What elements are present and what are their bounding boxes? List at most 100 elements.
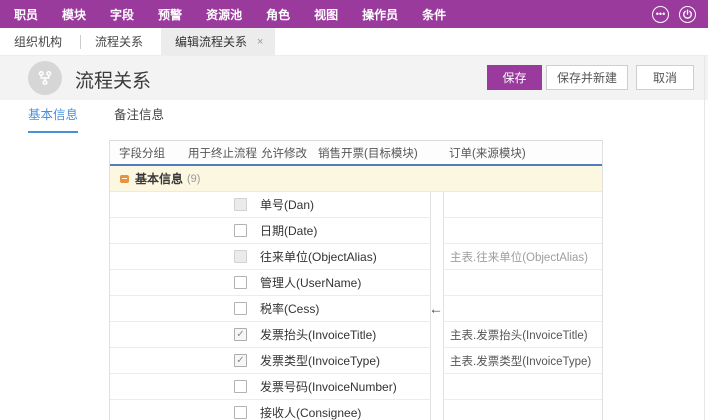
menu-item-3[interactable]: 字段 xyxy=(110,6,134,23)
header-buttons: 保存 保存并新建 取消 xyxy=(487,65,694,90)
field-label: 接收人(Consignee) xyxy=(260,404,361,420)
table-row: 日期(Date) xyxy=(110,218,602,244)
column-header-5: 订单(来源模块) xyxy=(443,145,602,161)
row-gutter xyxy=(431,218,443,244)
row-gutter xyxy=(431,244,443,270)
target-cell: ✓ 发票类型(InvoiceType) xyxy=(110,348,431,374)
table-row: 发票号码(InvoiceNumber) xyxy=(110,374,602,400)
field-label: 发票抬头(InvoiceTitle) xyxy=(260,326,376,343)
menu-item-9[interactable]: 条件 xyxy=(422,6,446,23)
group-label: 基本信息 xyxy=(135,170,183,187)
group-row[interactable]: 基本信息 (9) xyxy=(110,166,602,192)
source-cell[interactable]: 主表.往来单位(ObjectAlias) xyxy=(443,244,602,270)
menu-item-2[interactable]: 模块 xyxy=(62,6,86,23)
save-button[interactable]: 保存 xyxy=(487,65,542,90)
source-cell[interactable] xyxy=(443,400,602,420)
source-cell[interactable] xyxy=(443,192,602,218)
allow-modify-checkbox[interactable] xyxy=(234,302,247,315)
allow-modify-checkbox xyxy=(234,198,247,211)
source-cell[interactable] xyxy=(443,218,602,244)
column-header-2: 用于终止流程 xyxy=(188,145,261,161)
table-row: 税率(Cess) ← xyxy=(110,296,602,322)
content-tabs: 基本信息 备注信息 xyxy=(28,104,164,133)
close-tab-icon[interactable]: × xyxy=(257,36,263,48)
allow-modify-checkbox[interactable]: ✓ xyxy=(234,354,247,367)
tab-basic-info[interactable]: 基本信息 xyxy=(28,104,78,133)
allow-modify-checkbox[interactable] xyxy=(234,406,247,419)
field-label: 管理人(UserName) xyxy=(260,274,361,291)
table-header-row: 字段分组用于终止流程允许修改销售开票(目标模块) 订单(来源模块) xyxy=(110,140,602,166)
cancel-button[interactable]: 取消 xyxy=(636,65,694,90)
doc-tab-label: 编辑流程关系 xyxy=(175,33,247,50)
column-header-4: 销售开票(目标模块) xyxy=(318,145,431,161)
collapse-group-icon[interactable] xyxy=(120,175,129,183)
field-label: 日期(Date) xyxy=(260,222,317,239)
source-cell[interactable] xyxy=(443,296,602,322)
table-row: 往来单位(ObjectAlias) 主表.往来单位(ObjectAlias) xyxy=(110,244,602,270)
tab-remark-info[interactable]: 备注信息 xyxy=(114,104,164,133)
save-and-new-button[interactable]: 保存并新建 xyxy=(546,65,628,90)
page-header: 流程关系 保存 保存并新建 取消 xyxy=(0,56,708,100)
menu-item-4[interactable]: 预警 xyxy=(158,6,182,23)
row-gutter xyxy=(431,322,443,348)
target-cell: 往来单位(ObjectAlias) xyxy=(110,244,431,270)
allow-modify-checkbox[interactable] xyxy=(234,276,247,289)
allow-modify-checkbox[interactable]: ✓ xyxy=(234,328,247,341)
table-row: ✓ 发票抬头(InvoiceTitle) 主表.发票抬头(InvoiceTitle) xyxy=(110,322,602,348)
row-gutter xyxy=(431,374,443,400)
table-row: 接收人(Consignee) xyxy=(110,400,602,420)
source-field-value: 主表.往来单位(ObjectAlias) xyxy=(450,249,588,265)
row-gutter xyxy=(431,192,443,218)
more-icon[interactable]: ••• xyxy=(652,6,669,23)
row-gutter xyxy=(431,400,443,420)
allow-modify-checkbox[interactable] xyxy=(234,224,247,237)
menu-item-8[interactable]: 操作员 xyxy=(362,6,398,23)
power-icon[interactable] xyxy=(679,6,696,23)
row-gutter xyxy=(431,270,443,296)
table-row: 单号(Dan) xyxy=(110,192,602,218)
target-cell: 税率(Cess) xyxy=(110,296,431,322)
column-header-3: 允许修改 xyxy=(261,145,318,161)
source-field-value: 主表.发票类型(InvoiceType) xyxy=(450,353,591,369)
doc-tab-3[interactable]: 编辑流程关系 × xyxy=(161,28,275,55)
table-row: ✓ 发票类型(InvoiceType) 主表.发票类型(InvoiceType) xyxy=(110,348,602,374)
field-label: 税率(Cess) xyxy=(260,300,319,317)
row-gutter xyxy=(431,348,443,374)
doc-tab-label: 组织机构 xyxy=(14,33,62,50)
scroll-edge-line xyxy=(704,56,705,420)
target-cell: 日期(Date) xyxy=(110,218,431,244)
field-label: 往来单位(ObjectAlias) xyxy=(260,248,377,265)
allow-modify-checkbox xyxy=(234,250,247,263)
allow-modify-checkbox[interactable] xyxy=(234,380,247,393)
source-cell[interactable]: 主表.发票抬头(InvoiceTitle) xyxy=(443,322,602,348)
doc-tab-label: 流程关系 xyxy=(95,33,143,50)
menu-items: 职员 模块 字段 预警 资源池 角色 视图 操作员 条件 xyxy=(14,6,470,23)
relation-table: 字段分组用于终止流程允许修改销售开票(目标模块) 订单(来源模块) 基本信息 (9… xyxy=(109,140,603,420)
row-gutter: ← xyxy=(431,296,443,322)
table-body: 单号(Dan) 日期(Date) 往来单位(ObjectAlias) 主表.往来单位(… xyxy=(110,192,602,420)
source-cell[interactable] xyxy=(443,374,602,400)
source-cell[interactable]: 主表.发票类型(InvoiceType) xyxy=(443,348,602,374)
menu-item-5[interactable]: 资源池 xyxy=(206,6,242,23)
source-cell[interactable] xyxy=(443,270,602,296)
doc-tab-1[interactable]: 组织机构 xyxy=(0,28,80,55)
group-count: (9) xyxy=(187,173,200,185)
column-header-1: 字段分组 xyxy=(110,145,188,161)
flow-relation-icon xyxy=(28,61,62,95)
target-cell: 管理人(UserName) xyxy=(110,270,431,296)
app-window: 职员模块字段预警资源池角色视图操作员条件 ••• 组织机构流程关系编辑流程关系× xyxy=(0,0,708,420)
field-label: 单号(Dan) xyxy=(260,196,314,213)
document-tabbar: 组织机构 流程关系 编辑流程关系 × xyxy=(0,28,708,56)
doc-tab-2[interactable]: 流程关系 xyxy=(81,28,161,55)
menu-item-6[interactable]: 角色 xyxy=(266,6,290,23)
field-label: 发票类型(InvoiceType) xyxy=(260,352,380,369)
menu-item-7[interactable]: 视图 xyxy=(314,6,338,23)
top-menubar: 职员 模块 字段 预警 资源池 角色 视图 操作员 条件 ••• xyxy=(0,0,708,28)
table-row: 管理人(UserName) xyxy=(110,270,602,296)
target-cell: 接收人(Consignee) xyxy=(110,400,431,420)
page-title: 流程关系 xyxy=(75,66,151,93)
menubar-right: ••• xyxy=(652,0,696,28)
target-cell: 单号(Dan) xyxy=(110,192,431,218)
menu-item-1[interactable]: 职员 xyxy=(14,6,38,23)
target-cell: 发票号码(InvoiceNumber) xyxy=(110,374,431,400)
